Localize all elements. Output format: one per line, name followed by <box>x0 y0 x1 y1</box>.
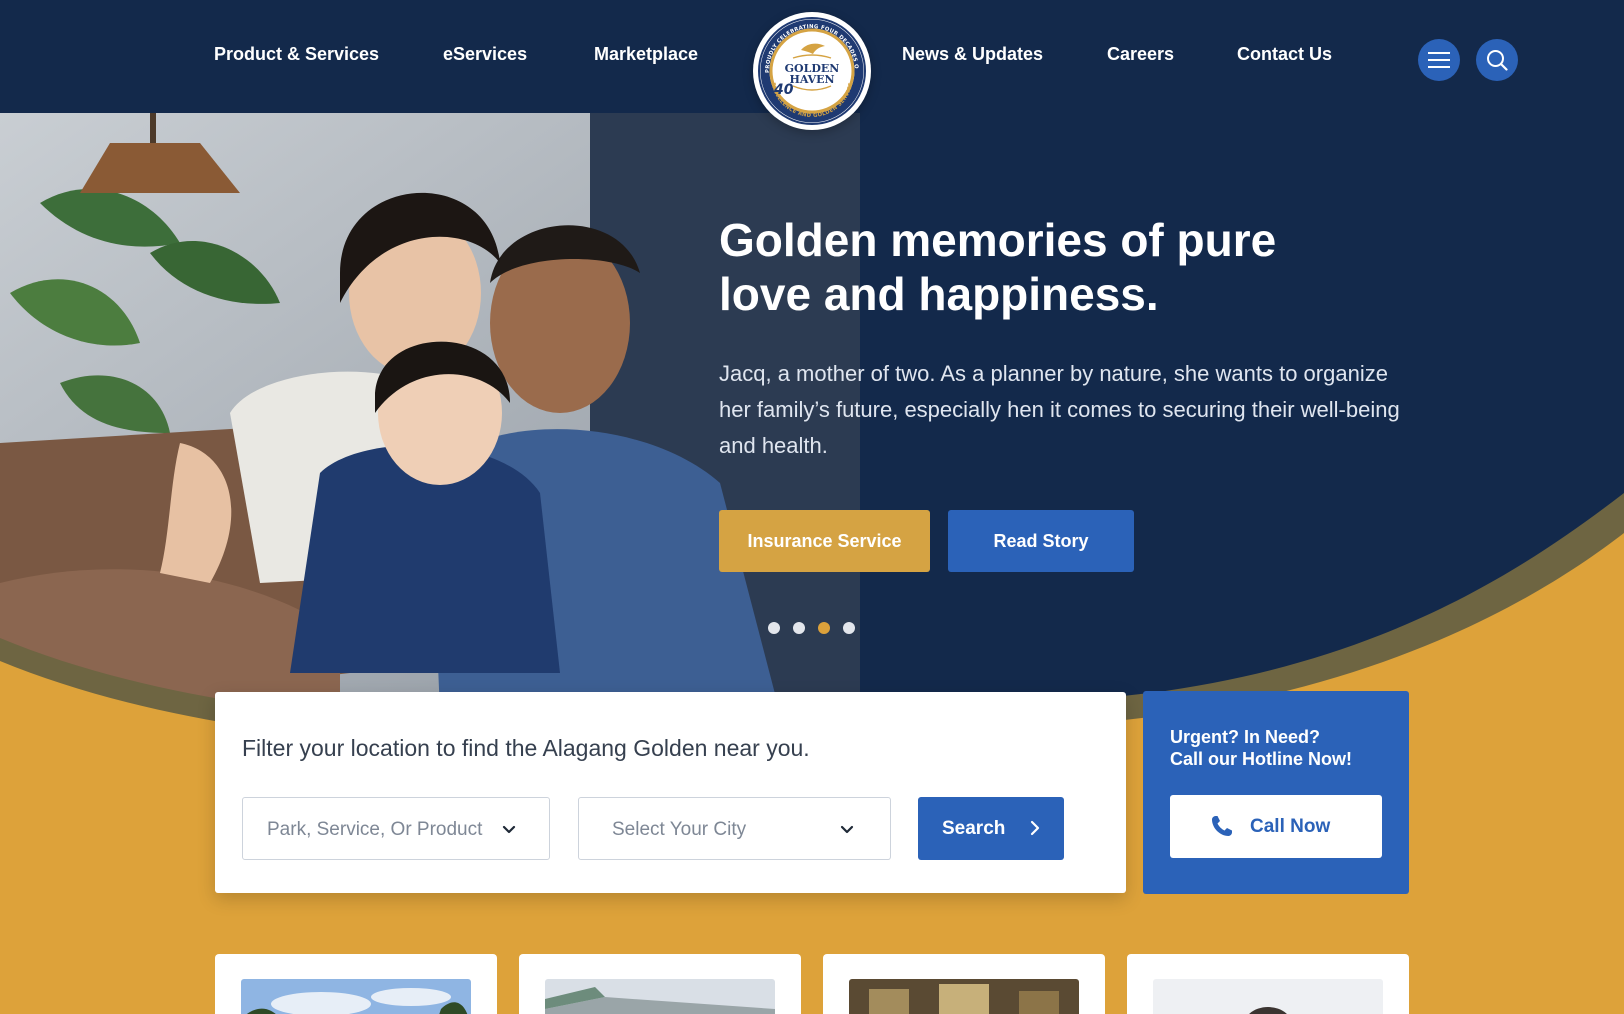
filter-title: Filter your location to find the Alagang… <box>242 735 810 761</box>
nav-marketplace[interactable]: Marketplace <box>594 44 698 65</box>
nav-eservices[interactable]: eServices <box>443 44 527 65</box>
city-select-placeholder: Select Your City <box>612 819 747 840</box>
carousel-dot-2[interactable] <box>793 622 805 634</box>
nav-product-services[interactable]: Product & Services <box>214 44 379 65</box>
chevron-down-icon <box>502 825 516 834</box>
insurance-service-button[interactable]: Insurance Service <box>719 510 930 572</box>
feature-card-image <box>849 979 1079 1014</box>
phone-icon <box>1212 816 1232 836</box>
golden-haven-logo[interactable]: PROUDLY CELEBRATING FOUR DECADES OF EXCE… <box>753 12 871 130</box>
search-button-label: Search <box>942 818 1006 839</box>
logo-line2: HAVEN <box>789 73 834 86</box>
feature-card-1[interactable] <box>215 954 497 1014</box>
feature-card-image <box>545 979 775 1014</box>
product-select-placeholder: Park, Service, Or Product <box>267 819 483 840</box>
feature-card-3[interactable] <box>823 954 1105 1014</box>
hotline-line2: Call our Hotline Now! <box>1170 749 1352 769</box>
nav-careers[interactable]: Careers <box>1107 44 1174 65</box>
chevron-down-icon <box>840 825 854 834</box>
chevron-right-icon <box>1030 820 1040 836</box>
nav-contact-us[interactable]: Contact Us <box>1237 44 1332 65</box>
hotline-card: Urgent? In Need? Call our Hotline Now! C… <box>1143 691 1409 894</box>
feature-card-image <box>1153 979 1383 1014</box>
hotline-text: Urgent? In Need? Call our Hotline Now! <box>1170 726 1352 770</box>
carousel-dot-3[interactable] <box>818 622 830 634</box>
menu-icon <box>1428 52 1450 68</box>
call-now-button[interactable]: Call Now <box>1170 795 1382 858</box>
carousel-dot-4[interactable] <box>843 622 855 634</box>
feature-card-4[interactable] <box>1127 954 1409 1014</box>
feature-card-2[interactable] <box>519 954 801 1014</box>
menu-button[interactable] <box>1418 39 1460 81</box>
city-select[interactable]: Select Your City <box>578 797 891 860</box>
search-icon <box>1487 50 1508 71</box>
feature-card-image <box>241 979 471 1014</box>
read-story-button[interactable]: Read Story <box>948 510 1134 572</box>
hotline-line1: Urgent? In Need? <box>1170 727 1321 747</box>
nav-news-updates[interactable]: News & Updates <box>902 44 1043 65</box>
call-now-label: Call Now <box>1250 816 1331 837</box>
hero-description: Jacq, a mother of two. As a planner by n… <box>719 361 1400 458</box>
hero-title: Golden memories of pure love and happine… <box>719 214 1277 320</box>
search-button[interactable] <box>1476 39 1518 81</box>
logo-badge-40: 40 <box>773 82 794 98</box>
location-search-button[interactable]: Search <box>918 797 1064 860</box>
location-filter-card: Filter your location to find the Alagang… <box>215 692 1126 893</box>
product-select[interactable]: Park, Service, Or Product <box>242 797 550 860</box>
carousel-dot-1[interactable] <box>768 622 780 634</box>
